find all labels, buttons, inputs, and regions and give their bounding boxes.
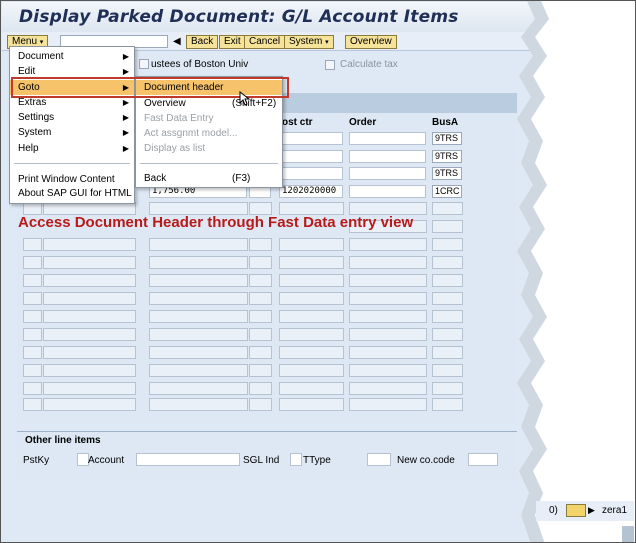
- menu-item-label: Act assgnmt model...: [144, 128, 238, 139]
- menu-separator: [140, 163, 278, 164]
- menu-item-about[interactable]: About SAP GUI for HTML: [10, 186, 134, 201]
- menu-item-label: Edit: [18, 66, 36, 77]
- menu-item-label: Display as list: [144, 143, 206, 154]
- chevron-right-icon[interactable]: ▶: [588, 505, 595, 516]
- chevron-right-icon: ▶: [122, 113, 129, 122]
- pstky-label: PstKy: [23, 455, 50, 466]
- menu-item-label: Help: [18, 143, 39, 154]
- menu-item-help[interactable]: Help ▶: [10, 141, 134, 156]
- menu-item-label: Extras: [18, 97, 47, 108]
- other-line-items-title: Other line items: [25, 435, 101, 446]
- menu-item-label: Back: [144, 173, 167, 184]
- ttype-label: TType: [303, 455, 331, 466]
- new-cocode-label: New co.code: [397, 455, 455, 466]
- menu-item-label: Document: [18, 51, 64, 62]
- menu-item-label: Settings: [18, 112, 55, 123]
- status-fragment: 0): [549, 505, 558, 516]
- menu-item-fast-data-entry: Fast Data Entry: [136, 111, 282, 126]
- account-label: Account: [88, 455, 125, 466]
- mouse-cursor-icon: [239, 91, 251, 106]
- ttype-field[interactable]: [367, 453, 391, 466]
- status-bar: 0) ▶ zera1: [536, 501, 634, 521]
- menu-item-label: Fast Data Entry: [144, 113, 214, 124]
- account-field[interactable]: [136, 453, 240, 466]
- menu-separator: [14, 163, 130, 164]
- torn-edge: [517, 1, 635, 542]
- sgl-ind-label: SGL Ind: [243, 455, 280, 466]
- chevron-right-icon: ▶: [122, 52, 129, 61]
- menu-item-print-window[interactable]: Print Window Content: [10, 172, 134, 187]
- menu-item-label: About SAP GUI for HTML: [18, 188, 132, 199]
- menu-item-label: System: [18, 127, 52, 138]
- menu-item-settings[interactable]: Settings ▶: [10, 110, 134, 125]
- new-cocode-field[interactable]: [468, 453, 498, 466]
- menu-item-act-assgnmt-model: Act assgnmt model...: [136, 126, 282, 141]
- main-menu: Document ▶ Edit ▶ Goto ▶ Extras ▶ Settings ▶ …: [9, 46, 135, 204]
- annotation-text: Access Document Header through Fast Data…: [18, 214, 414, 231]
- menu-item-back[interactable]: Back (F3): [136, 171, 282, 186]
- menu-item-document[interactable]: Document ▶: [10, 49, 134, 64]
- other-line-items-panel: Other line items PstKy Account SGL Ind T…: [17, 431, 517, 481]
- menu-item-label: Print Window Content: [18, 174, 115, 185]
- chevron-right-icon: ▶: [122, 144, 129, 153]
- system-name: zera1: [602, 505, 628, 516]
- status-toggle-button[interactable]: [566, 504, 586, 517]
- sap-window: Display Parked Document: G/L Account Ite…: [0, 0, 636, 543]
- menu-item-display-as-list: Display as list: [136, 141, 282, 156]
- menu-item-system[interactable]: System ▶: [10, 125, 134, 140]
- sgl-ind-field[interactable]: [290, 453, 302, 466]
- window-corner-icon: [622, 526, 634, 542]
- chevron-right-icon: ▶: [122, 128, 129, 137]
- menu-item-overview[interactable]: Overview (Shift+F2): [136, 96, 282, 111]
- menu-item-label: Overview: [144, 98, 186, 109]
- shortcut-text: (F3): [232, 173, 251, 184]
